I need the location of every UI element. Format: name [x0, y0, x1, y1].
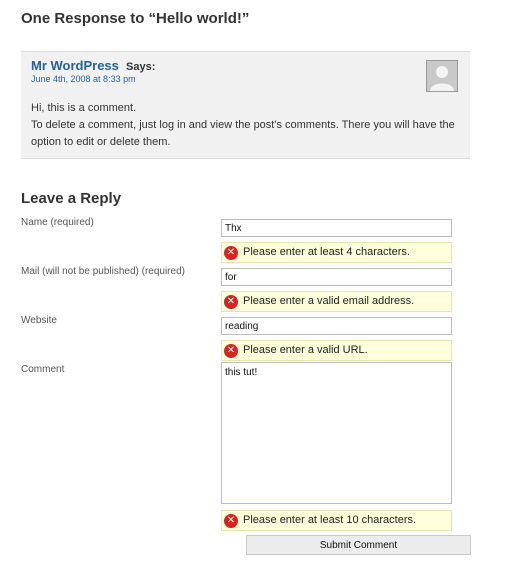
comment-label: Comment — [21, 364, 65, 375]
name-input[interactable] — [221, 219, 452, 237]
mail-label: Mail (will not be published) (required) — [21, 266, 185, 277]
name-error-message: ✕ Please enter at least 4 characters. — [221, 242, 452, 263]
comment-line: Hi, this is a comment. — [31, 102, 137, 114]
comment-line: To delete a comment, just log in and vie… — [31, 119, 455, 148]
name-error-text: Please enter at least 4 characters. — [243, 246, 410, 258]
comment-author-link[interactable]: Mr WordPress — [31, 58, 119, 73]
comment-item: Mr WordPress Says: June 4th, 2008 at 8:3… — [21, 51, 470, 159]
website-input[interactable] — [221, 317, 452, 335]
submit-comment-button[interactable]: Submit Comment — [246, 535, 471, 555]
error-x-icon: ✕ — [224, 514, 238, 528]
comment-says: Says: — [126, 61, 156, 73]
comment-date-link[interactable]: June 4th, 2008 at 8:33 pm — [31, 74, 136, 84]
comment-error-message: ✕ Please enter at least 10 characters. — [221, 510, 452, 531]
error-x-icon: ✕ — [224, 246, 238, 260]
comment-text: Hi, this is a comment. To delete a comme… — [31, 100, 461, 151]
website-error-text: Please enter a valid URL. — [243, 344, 368, 356]
email-input[interactable] — [221, 268, 452, 286]
website-label: Website — [21, 315, 57, 326]
error-x-icon: ✕ — [224, 344, 238, 358]
responses-heading: One Response to “Hello world!” — [21, 10, 250, 27]
email-error-message: ✕ Please enter a valid email address. — [221, 291, 452, 312]
name-label: Name (required) — [21, 217, 94, 228]
error-x-icon: ✕ — [224, 295, 238, 309]
comment-textarea[interactable]: this tut! — [221, 362, 452, 504]
website-error-message: ✕ Please enter a valid URL. — [221, 340, 452, 361]
leave-reply-heading: Leave a Reply — [21, 190, 122, 207]
email-error-text: Please enter a valid email address. — [243, 295, 415, 307]
user-avatar-icon — [426, 60, 458, 92]
comment-error-text: Please enter at least 10 characters. — [243, 514, 417, 526]
